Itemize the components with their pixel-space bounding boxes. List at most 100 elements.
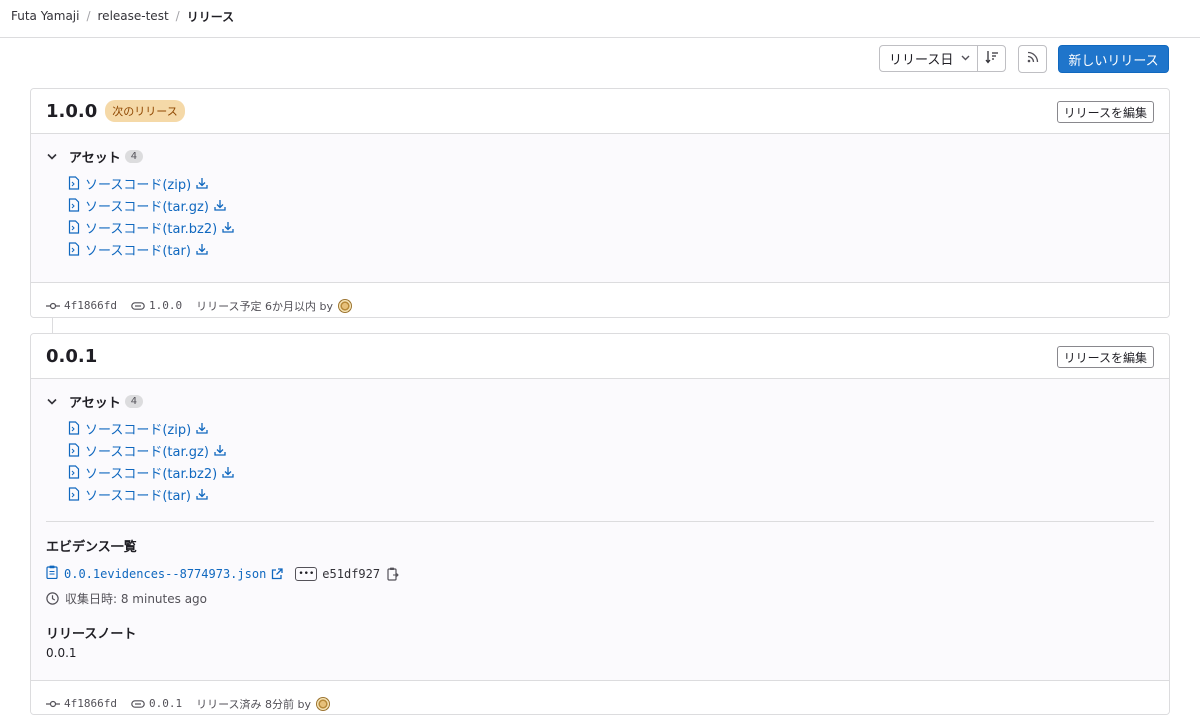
tag-name: 0.0.1	[148, 697, 183, 710]
edit-release-button[interactable]: リリースを編集	[1056, 346, 1154, 368]
external-link-icon[interactable]	[271, 568, 283, 580]
download-icon	[222, 466, 234, 478]
breadcrumb-current[interactable]: リリース	[187, 8, 234, 25]
release-status: リリース済み 8分前 by	[196, 697, 312, 711]
commit-link[interactable]: 4f1866fd	[46, 299, 117, 312]
breadcrumb: Futa Yamaji / release-test / リリース	[11, 7, 234, 25]
breadcrumb-separator: /	[175, 9, 180, 23]
assets-count-badge: 4	[124, 149, 144, 163]
doc-code-icon	[68, 176, 80, 190]
assets-label: アセット	[69, 395, 121, 411]
evidence-file-link[interactable]: 0.0.1evidences--8774973.json	[64, 567, 266, 581]
doc-code-icon	[68, 421, 80, 435]
asset-label: ソースコード(zip)	[85, 177, 192, 193]
chevron-down-icon	[47, 153, 61, 160]
asset-label: ソースコード(tar.gz)	[85, 444, 209, 460]
release-header: 1.0.0 次のリリース リリースを編集	[31, 89, 1169, 134]
asset-link[interactable]: ソースコード(tar.gz)	[68, 194, 226, 216]
asset-list: ソースコード(zip) ソースコード(tar.gz) ソースコード(tar.bz…	[68, 172, 1154, 260]
new-release-button[interactable]: 新しいリリース	[1058, 45, 1169, 73]
avatar[interactable]	[338, 298, 353, 313]
assets-toggle[interactable]: アセット 4	[46, 391, 144, 411]
asset-link[interactable]: ソースコード(tar)	[68, 483, 208, 505]
upcoming-release-badge: 次のリリース	[105, 100, 185, 122]
doc-code-icon	[68, 242, 80, 256]
tag-link[interactable]: 1.0.0	[131, 299, 182, 312]
doc-code-icon	[68, 487, 80, 501]
download-icon	[196, 422, 208, 434]
sort-control: リリース日	[879, 45, 1006, 72]
sort-label: リリース日	[889, 53, 954, 68]
assets-label: アセット	[69, 150, 121, 166]
release-footer: 4f1866fd 0.0.1 リリース済み 8分前 by	[31, 680, 1169, 714]
expand-sha-button[interactable]: •••	[295, 567, 318, 581]
collected-row: 収集日時: 8 minutes ago	[46, 587, 1154, 609]
evidence-row: 0.0.1evidences--8774973.json ••• e51df92…	[46, 563, 1154, 585]
doc-code-icon	[68, 198, 80, 212]
release-header: 0.0.1 リリースを編集	[31, 334, 1169, 379]
rss-icon	[1027, 51, 1039, 67]
asset-link[interactable]: ソースコード(tar)	[68, 238, 208, 260]
release-footer: 4f1866fd 1.0.0 リリース予定 6か月以内 by	[31, 282, 1169, 317]
commit-sha: 4f1866fd	[64, 299, 117, 312]
edit-release-button[interactable]: リリースを編集	[1056, 101, 1154, 123]
commit-icon	[46, 302, 60, 309]
tag-link[interactable]: 0.0.1	[131, 697, 182, 710]
breadcrumb-user[interactable]: Futa Yamaji	[11, 9, 79, 23]
commit-link[interactable]: 4f1866fd	[46, 697, 117, 710]
release-status: リリース予定 6か月以内 by	[196, 299, 334, 313]
download-icon	[196, 177, 208, 189]
tag-icon	[131, 301, 145, 310]
avatar[interactable]	[316, 696, 331, 711]
release-card: 1.0.0 次のリリース リリースを編集 アセット 4 ソースコード(zip) …	[30, 88, 1170, 318]
download-icon	[222, 221, 234, 233]
tag-name: 1.0.0	[148, 299, 183, 312]
assets-toggle[interactable]: アセット 4	[46, 146, 144, 166]
asset-list: ソースコード(zip) ソースコード(tar.gz) ソースコード(tar.bz…	[68, 417, 1154, 505]
collected-time: 収集日時: 8 minutes ago	[65, 591, 208, 606]
timeline-connector	[52, 317, 53, 333]
download-icon	[214, 444, 226, 456]
download-icon	[196, 488, 208, 500]
asset-link[interactable]: ソースコード(tar.bz2)	[68, 216, 234, 238]
rss-feed-button[interactable]	[1018, 45, 1047, 73]
asset-label: ソースコード(tar.bz2)	[85, 466, 218, 482]
header-divider	[0, 37, 1200, 38]
release-notes-title: リリースノート	[46, 627, 137, 642]
clipboard-icon	[46, 565, 58, 583]
asset-label: ソースコード(zip)	[85, 422, 192, 438]
evidence-sha: e51df927	[322, 567, 381, 581]
assets-count-badge: 4	[124, 394, 144, 408]
release-title[interactable]: 1.0.0	[46, 101, 97, 122]
doc-code-icon	[68, 220, 80, 234]
release-notes-body: 0.0.1	[46, 646, 77, 660]
chevron-down-icon	[961, 53, 970, 64]
asset-label: ソースコード(tar)	[85, 243, 191, 259]
doc-code-icon	[68, 465, 80, 479]
release-title[interactable]: 0.0.1	[46, 346, 97, 367]
sort-dropdown[interactable]: リリース日	[880, 46, 978, 71]
release-card: 0.0.1 リリースを編集 アセット 4 ソースコード(zip) ソースコード(…	[30, 333, 1170, 715]
copy-icon[interactable]	[387, 567, 399, 581]
breadcrumb-project[interactable]: release-test	[98, 9, 169, 23]
asset-link[interactable]: ソースコード(tar.bz2)	[68, 461, 234, 483]
sort-direction-button[interactable]	[978, 46, 1005, 71]
download-icon	[214, 199, 226, 211]
chevron-down-icon	[47, 398, 61, 405]
clock-icon	[46, 591, 59, 605]
download-icon	[196, 243, 208, 255]
commit-icon	[46, 700, 60, 707]
section-divider	[46, 521, 1154, 522]
asset-link[interactable]: ソースコード(zip)	[68, 417, 208, 439]
breadcrumb-separator: /	[86, 9, 91, 23]
evidence-title: エビデンス一覧	[46, 540, 137, 555]
doc-code-icon	[68, 443, 80, 457]
asset-label: ソースコード(tar.bz2)	[85, 221, 218, 237]
asset-label: ソースコード(tar)	[85, 488, 191, 504]
asset-link[interactable]: ソースコード(zip)	[68, 172, 208, 194]
asset-label: ソースコード(tar.gz)	[85, 199, 209, 215]
tag-icon	[131, 699, 145, 708]
asset-link[interactable]: ソースコード(tar.gz)	[68, 439, 226, 461]
commit-sha: 4f1866fd	[64, 697, 117, 710]
sort-lowest-icon	[984, 50, 999, 68]
